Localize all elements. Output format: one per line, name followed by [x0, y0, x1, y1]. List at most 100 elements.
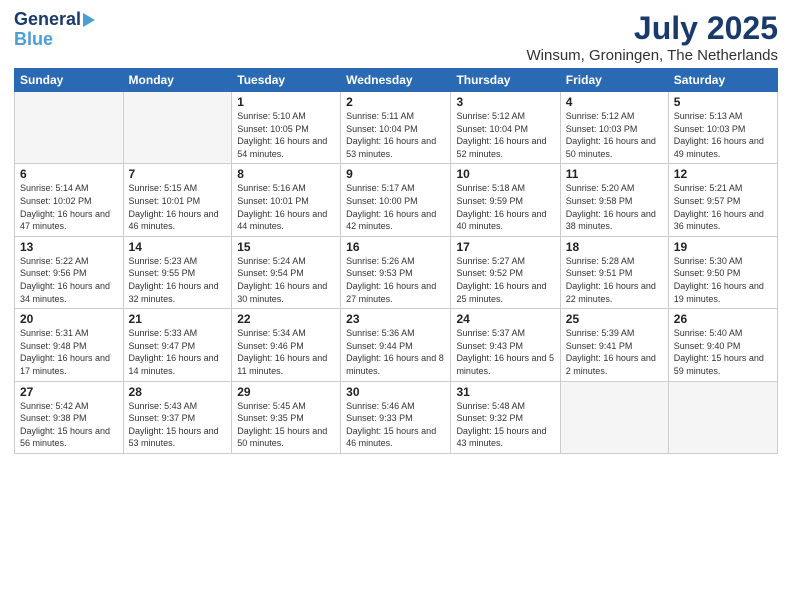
calendar-cell-w2-d4: 9Sunrise: 5:17 AM Sunset: 10:00 PM Dayli… — [341, 164, 451, 236]
calendar-cell-w5-d4: 30Sunrise: 5:46 AM Sunset: 9:33 PM Dayli… — [341, 381, 451, 453]
logo-subtext: Blue — [14, 30, 53, 50]
logo-arrow-icon — [83, 13, 95, 27]
day-info: Sunrise: 5:14 AM Sunset: 10:02 PM Daylig… — [20, 182, 118, 232]
day-info: Sunrise: 5:20 AM Sunset: 9:58 PM Dayligh… — [566, 182, 663, 232]
day-number: 16 — [346, 240, 445, 254]
calendar-cell-w4-d5: 24Sunrise: 5:37 AM Sunset: 9:43 PM Dayli… — [451, 309, 560, 381]
day-number: 20 — [20, 312, 118, 326]
calendar-cell-w2-d7: 12Sunrise: 5:21 AM Sunset: 9:57 PM Dayli… — [668, 164, 777, 236]
calendar-week-5: 27Sunrise: 5:42 AM Sunset: 9:38 PM Dayli… — [15, 381, 778, 453]
day-number: 23 — [346, 312, 445, 326]
day-info: Sunrise: 5:10 AM Sunset: 10:05 PM Daylig… — [237, 110, 335, 160]
day-info: Sunrise: 5:23 AM Sunset: 9:55 PM Dayligh… — [129, 255, 227, 305]
day-number: 14 — [129, 240, 227, 254]
day-info: Sunrise: 5:22 AM Sunset: 9:56 PM Dayligh… — [20, 255, 118, 305]
day-number: 30 — [346, 385, 445, 399]
day-info: Sunrise: 5:40 AM Sunset: 9:40 PM Dayligh… — [674, 327, 772, 377]
calendar-cell-w3-d7: 19Sunrise: 5:30 AM Sunset: 9:50 PM Dayli… — [668, 236, 777, 308]
day-number: 27 — [20, 385, 118, 399]
day-number: 26 — [674, 312, 772, 326]
header-wednesday: Wednesday — [341, 69, 451, 92]
day-info: Sunrise: 5:17 AM Sunset: 10:00 PM Daylig… — [346, 182, 445, 232]
calendar-cell-w4-d2: 21Sunrise: 5:33 AM Sunset: 9:47 PM Dayli… — [123, 309, 232, 381]
calendar-cell-w4-d1: 20Sunrise: 5:31 AM Sunset: 9:48 PM Dayli… — [15, 309, 124, 381]
day-info: Sunrise: 5:33 AM Sunset: 9:47 PM Dayligh… — [129, 327, 227, 377]
day-number: 13 — [20, 240, 118, 254]
day-info: Sunrise: 5:12 AM Sunset: 10:03 PM Daylig… — [566, 110, 663, 160]
calendar-cell-w2-d1: 6Sunrise: 5:14 AM Sunset: 10:02 PM Dayli… — [15, 164, 124, 236]
day-number: 3 — [456, 95, 554, 109]
calendar-cell-w4-d6: 25Sunrise: 5:39 AM Sunset: 9:41 PM Dayli… — [560, 309, 668, 381]
calendar-cell-w1-d6: 4Sunrise: 5:12 AM Sunset: 10:03 PM Dayli… — [560, 92, 668, 164]
calendar-cell-w1-d2 — [123, 92, 232, 164]
day-number: 7 — [129, 167, 227, 181]
day-number: 11 — [566, 167, 663, 181]
calendar-cell-w1-d5: 3Sunrise: 5:12 AM Sunset: 10:04 PM Dayli… — [451, 92, 560, 164]
day-info: Sunrise: 5:39 AM Sunset: 9:41 PM Dayligh… — [566, 327, 663, 377]
header-sunday: Sunday — [15, 69, 124, 92]
day-info: Sunrise: 5:12 AM Sunset: 10:04 PM Daylig… — [456, 110, 554, 160]
day-number: 22 — [237, 312, 335, 326]
header: General Blue July 2025 Winsum, Groningen… — [14, 10, 778, 64]
calendar-header-row: Sunday Monday Tuesday Wednesday Thursday… — [15, 69, 778, 92]
calendar-cell-w5-d6 — [560, 381, 668, 453]
day-info: Sunrise: 5:43 AM Sunset: 9:37 PM Dayligh… — [129, 400, 227, 450]
day-info: Sunrise: 5:31 AM Sunset: 9:48 PM Dayligh… — [20, 327, 118, 377]
day-info: Sunrise: 5:16 AM Sunset: 10:01 PM Daylig… — [237, 182, 335, 232]
day-info: Sunrise: 5:11 AM Sunset: 10:04 PM Daylig… — [346, 110, 445, 160]
calendar-cell-w5-d3: 29Sunrise: 5:45 AM Sunset: 9:35 PM Dayli… — [232, 381, 341, 453]
day-number: 21 — [129, 312, 227, 326]
day-info: Sunrise: 5:21 AM Sunset: 9:57 PM Dayligh… — [674, 182, 772, 232]
calendar-cell-w3-d6: 18Sunrise: 5:28 AM Sunset: 9:51 PM Dayli… — [560, 236, 668, 308]
day-number: 10 — [456, 167, 554, 181]
day-number: 8 — [237, 167, 335, 181]
calendar-cell-w4-d7: 26Sunrise: 5:40 AM Sunset: 9:40 PM Dayli… — [668, 309, 777, 381]
day-info: Sunrise: 5:27 AM Sunset: 9:52 PM Dayligh… — [456, 255, 554, 305]
day-number: 18 — [566, 240, 663, 254]
day-number: 5 — [674, 95, 772, 109]
calendar-cell-w3-d1: 13Sunrise: 5:22 AM Sunset: 9:56 PM Dayli… — [15, 236, 124, 308]
day-info: Sunrise: 5:15 AM Sunset: 10:01 PM Daylig… — [129, 182, 227, 232]
day-info: Sunrise: 5:26 AM Sunset: 9:53 PM Dayligh… — [346, 255, 445, 305]
day-number: 6 — [20, 167, 118, 181]
calendar-cell-w4-d4: 23Sunrise: 5:36 AM Sunset: 9:44 PM Dayli… — [341, 309, 451, 381]
calendar-cell-w5-d5: 31Sunrise: 5:48 AM Sunset: 9:32 PM Dayli… — [451, 381, 560, 453]
day-number: 19 — [674, 240, 772, 254]
day-number: 25 — [566, 312, 663, 326]
day-info: Sunrise: 5:24 AM Sunset: 9:54 PM Dayligh… — [237, 255, 335, 305]
header-tuesday: Tuesday — [232, 69, 341, 92]
day-number: 31 — [456, 385, 554, 399]
page: General Blue July 2025 Winsum, Groningen… — [0, 0, 792, 612]
calendar-cell-w2-d6: 11Sunrise: 5:20 AM Sunset: 9:58 PM Dayli… — [560, 164, 668, 236]
month-title: July 2025 — [526, 10, 778, 47]
calendar-cell-w5-d7 — [668, 381, 777, 453]
day-info: Sunrise: 5:30 AM Sunset: 9:50 PM Dayligh… — [674, 255, 772, 305]
calendar-cell-w5-d2: 28Sunrise: 5:43 AM Sunset: 9:37 PM Dayli… — [123, 381, 232, 453]
calendar-cell-w3-d2: 14Sunrise: 5:23 AM Sunset: 9:55 PM Dayli… — [123, 236, 232, 308]
day-info: Sunrise: 5:18 AM Sunset: 9:59 PM Dayligh… — [456, 182, 554, 232]
day-number: 1 — [237, 95, 335, 109]
calendar-cell-w2-d2: 7Sunrise: 5:15 AM Sunset: 10:01 PM Dayli… — [123, 164, 232, 236]
calendar-cell-w2-d5: 10Sunrise: 5:18 AM Sunset: 9:59 PM Dayli… — [451, 164, 560, 236]
day-number: 15 — [237, 240, 335, 254]
header-thursday: Thursday — [451, 69, 560, 92]
header-monday: Monday — [123, 69, 232, 92]
day-info: Sunrise: 5:46 AM Sunset: 9:33 PM Dayligh… — [346, 400, 445, 450]
calendar-cell-w5-d1: 27Sunrise: 5:42 AM Sunset: 9:38 PM Dayli… — [15, 381, 124, 453]
day-info: Sunrise: 5:37 AM Sunset: 9:43 PM Dayligh… — [456, 327, 554, 377]
day-info: Sunrise: 5:13 AM Sunset: 10:03 PM Daylig… — [674, 110, 772, 160]
calendar-cell-w2-d3: 8Sunrise: 5:16 AM Sunset: 10:01 PM Dayli… — [232, 164, 341, 236]
logo-text: General — [14, 10, 81, 30]
day-info: Sunrise: 5:42 AM Sunset: 9:38 PM Dayligh… — [20, 400, 118, 450]
header-friday: Friday — [560, 69, 668, 92]
calendar-cell-w1-d7: 5Sunrise: 5:13 AM Sunset: 10:03 PM Dayli… — [668, 92, 777, 164]
day-number: 28 — [129, 385, 227, 399]
calendar-week-2: 6Sunrise: 5:14 AM Sunset: 10:02 PM Dayli… — [15, 164, 778, 236]
calendar-cell-w1-d4: 2Sunrise: 5:11 AM Sunset: 10:04 PM Dayli… — [341, 92, 451, 164]
header-saturday: Saturday — [668, 69, 777, 92]
day-info: Sunrise: 5:45 AM Sunset: 9:35 PM Dayligh… — [237, 400, 335, 450]
day-number: 12 — [674, 167, 772, 181]
calendar-week-3: 13Sunrise: 5:22 AM Sunset: 9:56 PM Dayli… — [15, 236, 778, 308]
day-info: Sunrise: 5:48 AM Sunset: 9:32 PM Dayligh… — [456, 400, 554, 450]
calendar-cell-w1-d1 — [15, 92, 124, 164]
